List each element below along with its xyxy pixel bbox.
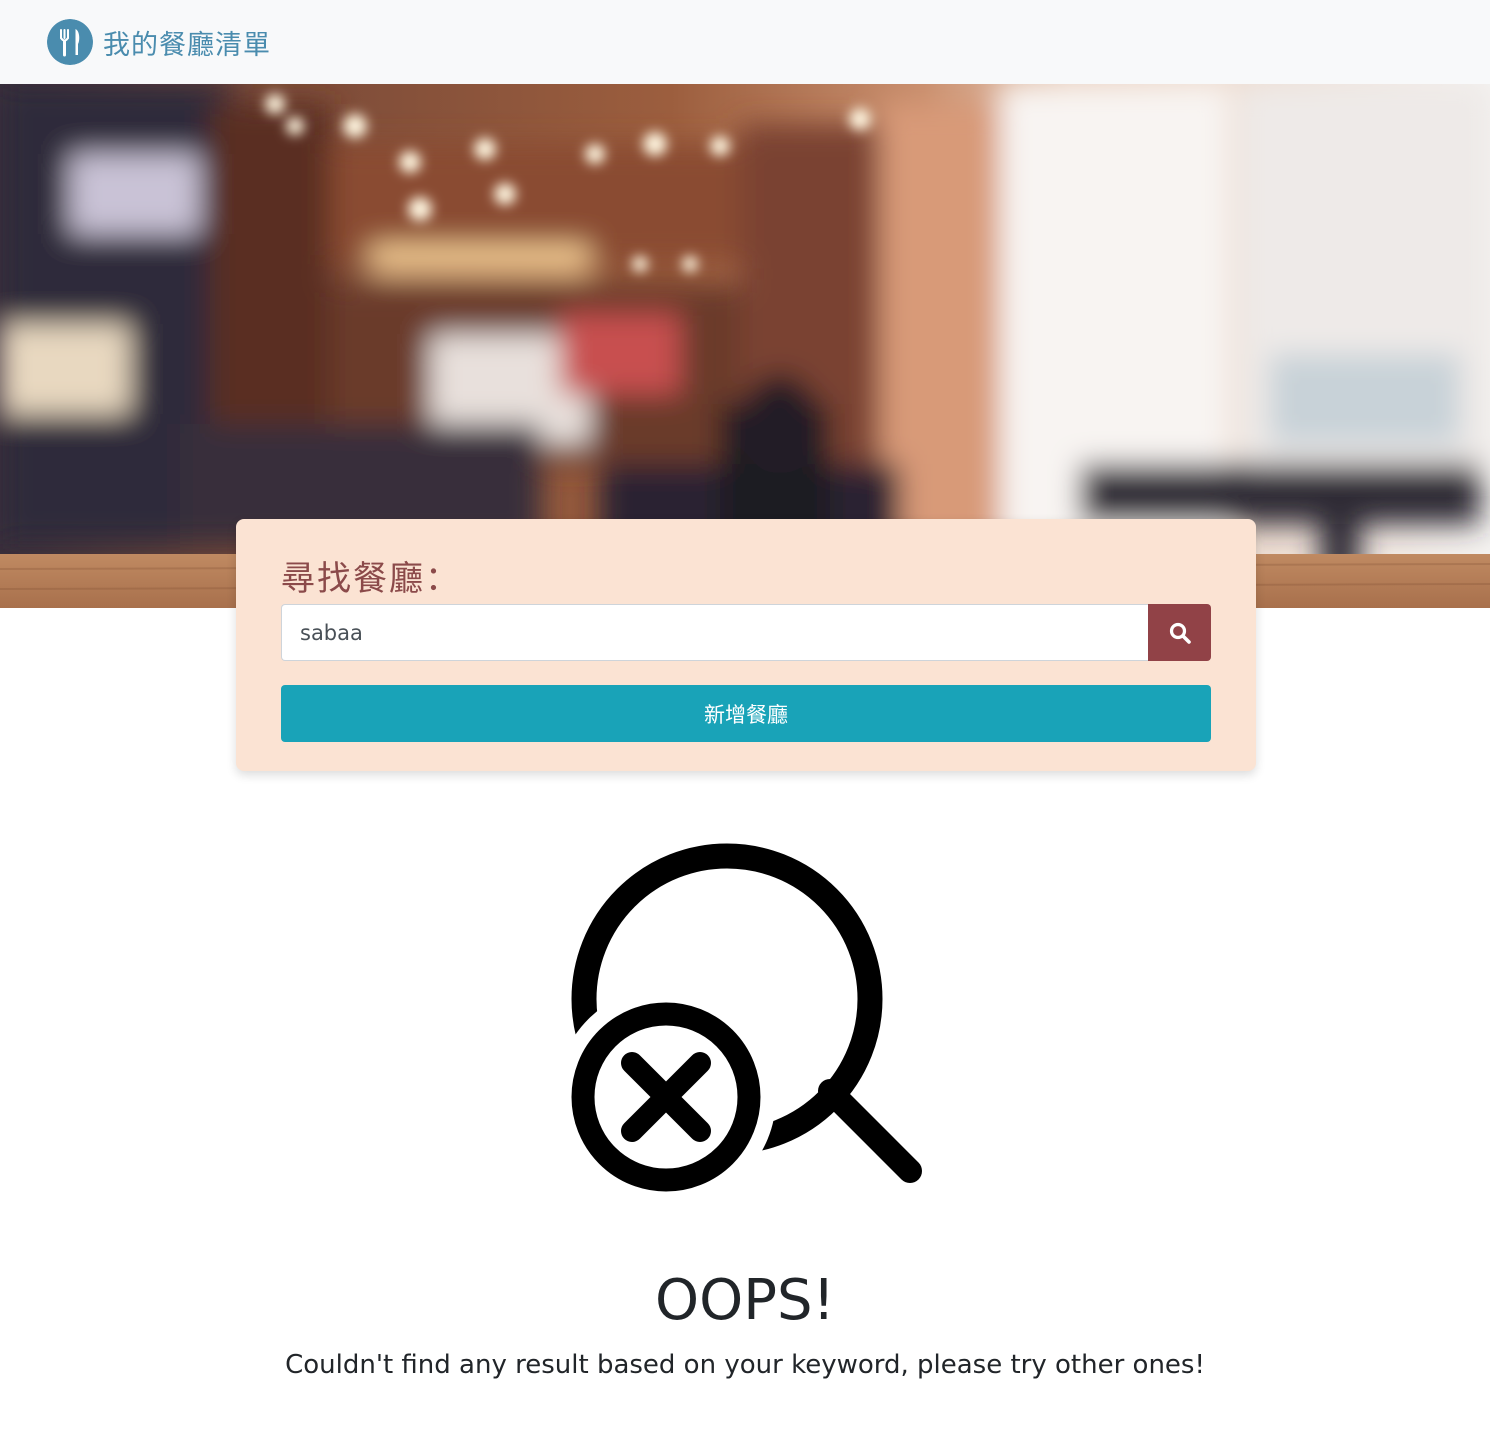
- brand-link[interactable]: 我的餐廳清單: [47, 19, 271, 65]
- search-icon: [1169, 622, 1191, 644]
- search-card: 尋找餐廳： 新增餐廳: [236, 519, 1256, 771]
- search-title: 尋找餐廳：: [281, 559, 461, 599]
- not-found-title: OOPS!: [655, 1268, 835, 1333]
- not-found-message: Couldn't find any result based on your k…: [285, 1350, 1205, 1380]
- add-restaurant-button[interactable]: 新增餐廳: [281, 685, 1211, 742]
- brand-text: 我的餐廳清單: [103, 29, 271, 61]
- search-button[interactable]: [1148, 604, 1211, 661]
- search-input[interactable]: [281, 604, 1148, 661]
- utensils-icon: [47, 19, 93, 65]
- navbar: 我的餐廳清單: [0, 0, 1490, 84]
- search-no-result-icon: [560, 843, 922, 1205]
